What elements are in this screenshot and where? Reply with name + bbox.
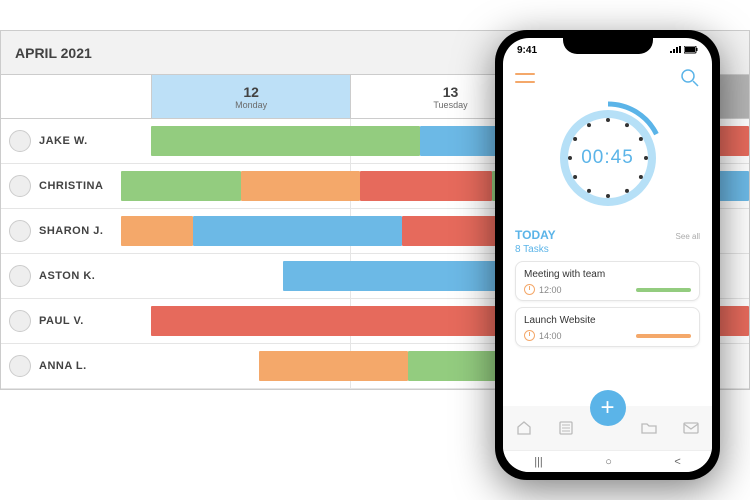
- phone-mockup: 9:41 00:45 TODAY See all: [495, 30, 720, 480]
- task-time: 12:00: [524, 284, 562, 295]
- person-row[interactable]: ASTON K.: [1, 254, 151, 299]
- task-bar[interactable]: [193, 216, 402, 246]
- avatar: [9, 355, 31, 377]
- person-name: PAUL V.: [39, 315, 84, 327]
- list-icon[interactable]: [558, 420, 574, 436]
- task-bar[interactable]: [151, 126, 420, 156]
- task-bar[interactable]: [259, 351, 409, 381]
- timer-value: 00:45: [548, 98, 668, 218]
- home-button[interactable]: ○: [605, 456, 612, 468]
- task-bar[interactable]: [241, 171, 361, 201]
- avatar: [9, 130, 31, 152]
- home-icon[interactable]: [516, 420, 532, 436]
- tasks-count: 8 Tasks: [515, 244, 700, 255]
- person-row[interactable]: PAUL V.: [1, 299, 151, 344]
- avatar: [9, 265, 31, 287]
- timer-widget[interactable]: 00:45: [503, 94, 712, 228]
- today-label: TODAY: [515, 228, 556, 242]
- add-button[interactable]: +: [590, 390, 626, 426]
- task-bar[interactable]: [719, 306, 749, 336]
- android-nav: ||| ○ <: [503, 450, 712, 472]
- task-title: Meeting with team: [524, 269, 691, 280]
- task-card[interactable]: Launch Website 14:00: [515, 307, 700, 347]
- person-row[interactable]: ANNA L.: [1, 344, 151, 389]
- task-bar[interactable]: [151, 306, 510, 336]
- task-progress: [636, 288, 691, 292]
- task-title: Launch Website: [524, 315, 691, 326]
- search-icon[interactable]: [680, 68, 700, 88]
- task-bar[interactable]: [719, 126, 749, 156]
- bottom-nav: +: [503, 406, 712, 450]
- person-name: CHRISTINA: [39, 180, 103, 192]
- avatar: [9, 220, 31, 242]
- avatar: [9, 310, 31, 332]
- clock-icon: [524, 330, 535, 341]
- task-progress: [636, 334, 691, 338]
- recent-apps-button[interactable]: |||: [534, 456, 543, 468]
- person-name: JAKE W.: [39, 135, 88, 147]
- person-name: ASTON K.: [39, 270, 95, 282]
- folder-icon[interactable]: [641, 420, 657, 436]
- person-row[interactable]: JAKE W.: [1, 119, 151, 164]
- gantt-title: APRIL 2021: [15, 45, 92, 61]
- task-time: 14:00: [524, 330, 562, 341]
- task-bar[interactable]: [402, 216, 510, 246]
- filter-icon[interactable]: [515, 70, 535, 86]
- task-card[interactable]: Meeting with team 12:00: [515, 261, 700, 301]
- status-time: 9:41: [517, 45, 537, 56]
- person-name: ANNA L.: [39, 360, 87, 372]
- person-name: SHARON J.: [39, 225, 103, 237]
- gantt-people-list: JAKE W. CHRISTINA SHARON J. ASTON K. PAUL V.…: [1, 119, 151, 389]
- task-bar[interactable]: [121, 216, 193, 246]
- avatar: [9, 175, 31, 197]
- task-bar[interactable]: [719, 171, 749, 201]
- task-bar[interactable]: [360, 171, 492, 201]
- clock-icon: [524, 284, 535, 295]
- day-column[interactable]: 12Monday: [151, 75, 350, 118]
- back-button[interactable]: <: [674, 456, 680, 468]
- see-all-link[interactable]: See all: [676, 232, 700, 241]
- task-bar[interactable]: [121, 171, 241, 201]
- mail-icon[interactable]: [683, 420, 699, 436]
- status-icons: [669, 46, 698, 54]
